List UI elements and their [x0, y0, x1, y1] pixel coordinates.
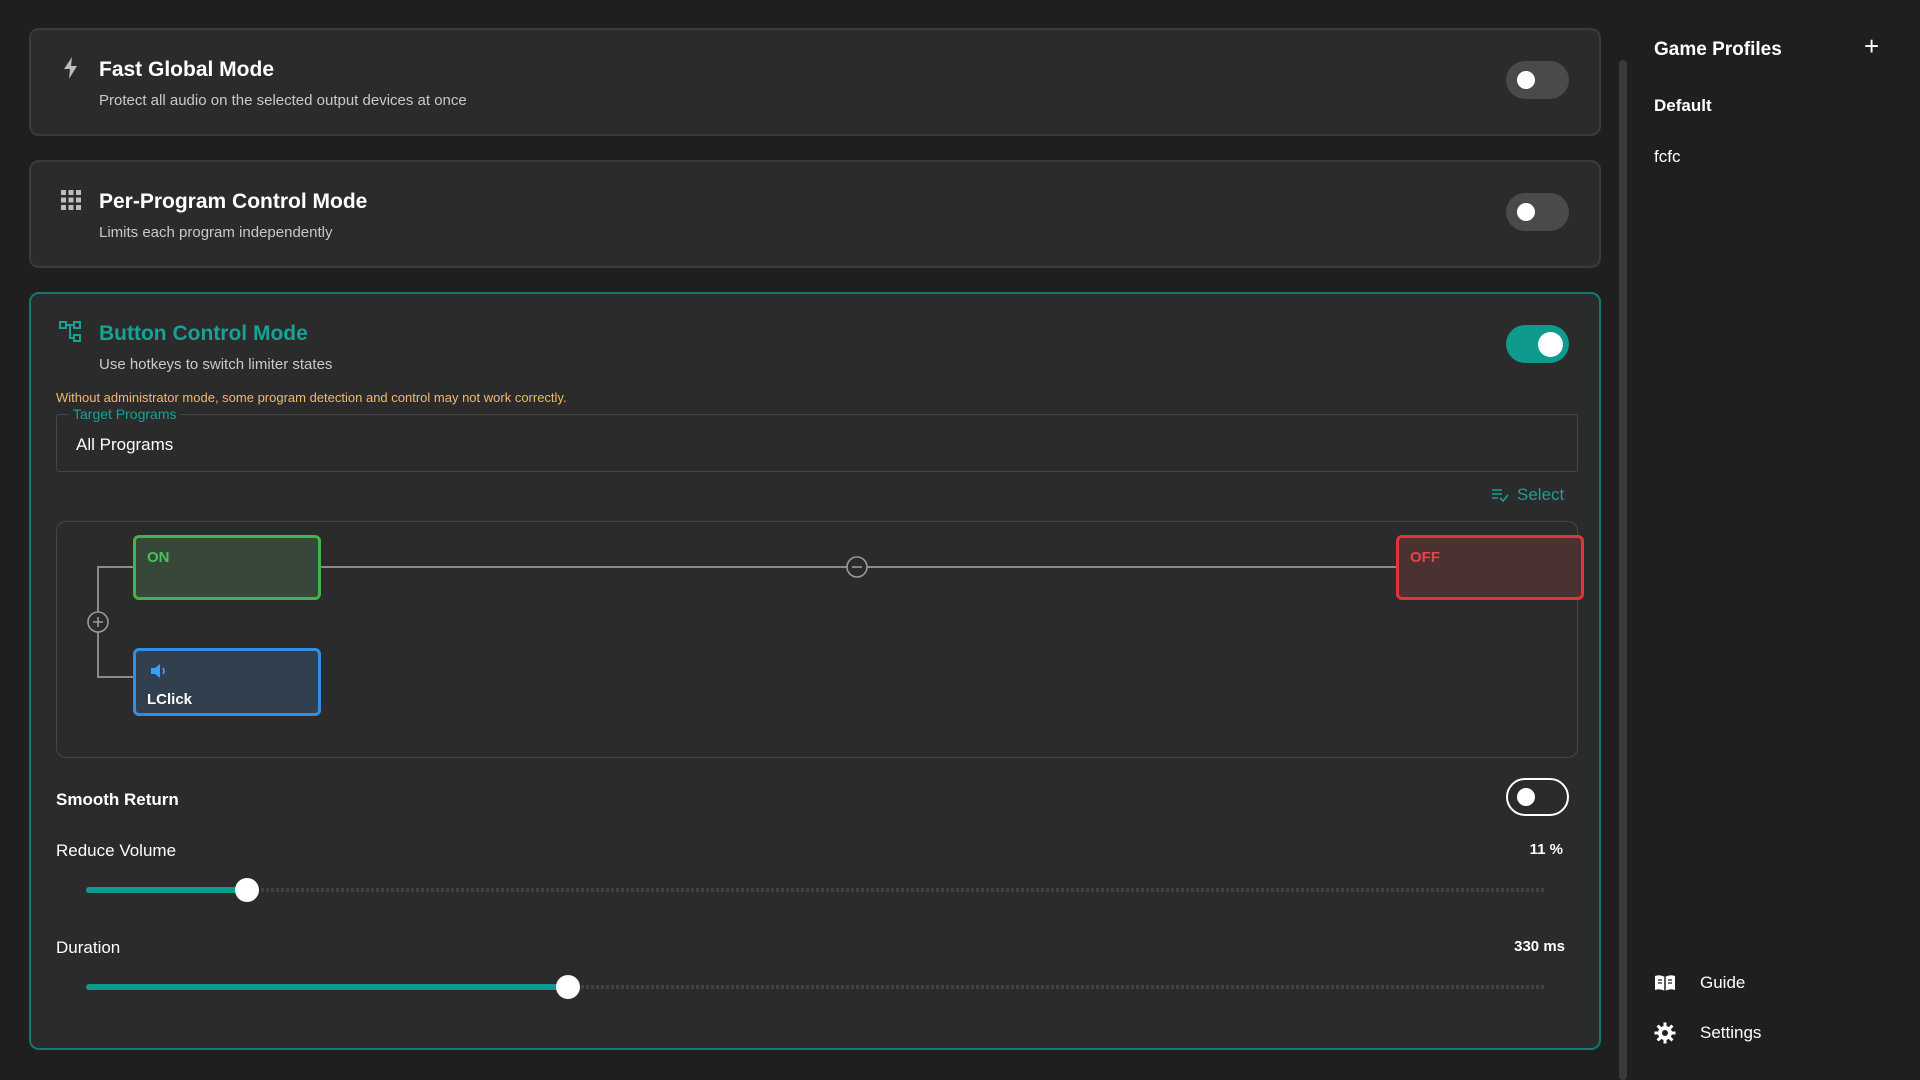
reduce-volume-slider[interactable]: [86, 877, 1546, 903]
state-node-on[interactable]: ON: [133, 535, 321, 600]
duration-slider[interactable]: [86, 974, 1546, 1000]
card-per-program-mode: Per-Program Control Mode Limits each pro…: [29, 160, 1601, 268]
nodes-icon: [59, 321, 81, 342]
duration-label: Duration: [56, 938, 121, 957]
duration-value: 330 ms: [1514, 938, 1565, 955]
toggle-knob: [1517, 71, 1535, 89]
game-profiles-sidebar: Game Profiles + Default fcfc Guide Setti…: [1634, 0, 1920, 1080]
book-icon: [1655, 975, 1675, 991]
target-programs-field[interactable]: Target Programs All Programs: [56, 406, 1578, 472]
toggle-knob: [1517, 203, 1535, 221]
card-subtitle: Protect all audio on the selected output…: [99, 92, 467, 109]
hotkey-label: LClick: [147, 691, 193, 708]
sidebar-title: Game Profiles: [1654, 39, 1782, 60]
main-panel: Fast Global Mode Protect all audio on th…: [0, 0, 1610, 1080]
smooth-return-toggle[interactable]: [1506, 778, 1569, 816]
plus-circle-icon[interactable]: [86, 610, 110, 634]
reduce-volume-label: Reduce Volume: [56, 841, 177, 860]
profile-item-fcfc[interactable]: fcfc: [1654, 147, 1680, 167]
app-window: Fast Global Mode Protect all audio on th…: [0, 0, 1920, 1080]
fast-global-toggle[interactable]: [1506, 61, 1569, 99]
guide-label: Guide: [1700, 973, 1746, 992]
speaker-icon: [151, 664, 165, 678]
card-subtitle: Use hotkeys to switch limiter states: [99, 356, 333, 373]
minus-circle-icon[interactable]: [845, 555, 869, 579]
list-check-icon: [1492, 489, 1509, 502]
smooth-return-label: Smooth Return: [56, 790, 179, 809]
per-program-toggle[interactable]: [1506, 193, 1569, 231]
settings-button[interactable]: Settings: [1654, 1022, 1761, 1044]
reduce-volume-value: 11 %: [1529, 841, 1563, 858]
main-scrollbar[interactable]: [1619, 60, 1627, 1080]
card-fast-global-mode: Fast Global Mode Protect all audio on th…: [29, 28, 1601, 136]
slider-fill: [86, 984, 568, 990]
grid-icon: [61, 190, 81, 210]
state-node-off[interactable]: OFF: [1396, 535, 1584, 600]
profile-item-default[interactable]: Default: [1654, 96, 1712, 116]
card-title: Button Control Mode: [99, 322, 308, 345]
card-title: Per-Program Control Mode: [99, 190, 368, 213]
plus-icon[interactable]: +: [1864, 33, 1879, 59]
hotkey-node[interactable]: LClick: [133, 648, 321, 716]
target-programs-legend: Target Programs: [69, 406, 181, 422]
slider-thumb[interactable]: [555, 975, 580, 999]
slider-track: [86, 888, 1546, 892]
card-subtitle: Limits each program independently: [99, 224, 333, 241]
admin-warning: Without administrator mode, some program…: [56, 390, 567, 405]
hotkey-flow-editor: ON OFF LClick: [56, 521, 1584, 758]
card-button-control-mode: Button Control Mode Use hotkeys to switc…: [29, 292, 1601, 1050]
lightning-icon: [64, 57, 77, 79]
toggle-knob: [1538, 332, 1563, 357]
settings-label: Settings: [1700, 1023, 1762, 1042]
select-label: Select: [1517, 485, 1565, 504]
card-title: Fast Global Mode: [99, 58, 275, 81]
slider-thumb[interactable]: [234, 878, 259, 902]
state-label-on: ON: [147, 549, 170, 566]
gear-icon: [1654, 1022, 1676, 1044]
guide-button[interactable]: Guide: [1654, 972, 1745, 994]
button-control-toggle[interactable]: [1506, 325, 1569, 363]
toggle-knob: [1517, 788, 1535, 806]
target-programs-value: All Programs: [76, 435, 174, 454]
state-label-off: OFF: [1410, 549, 1440, 566]
slider-fill: [86, 887, 247, 893]
select-programs-button[interactable]: Select: [1491, 482, 1564, 508]
